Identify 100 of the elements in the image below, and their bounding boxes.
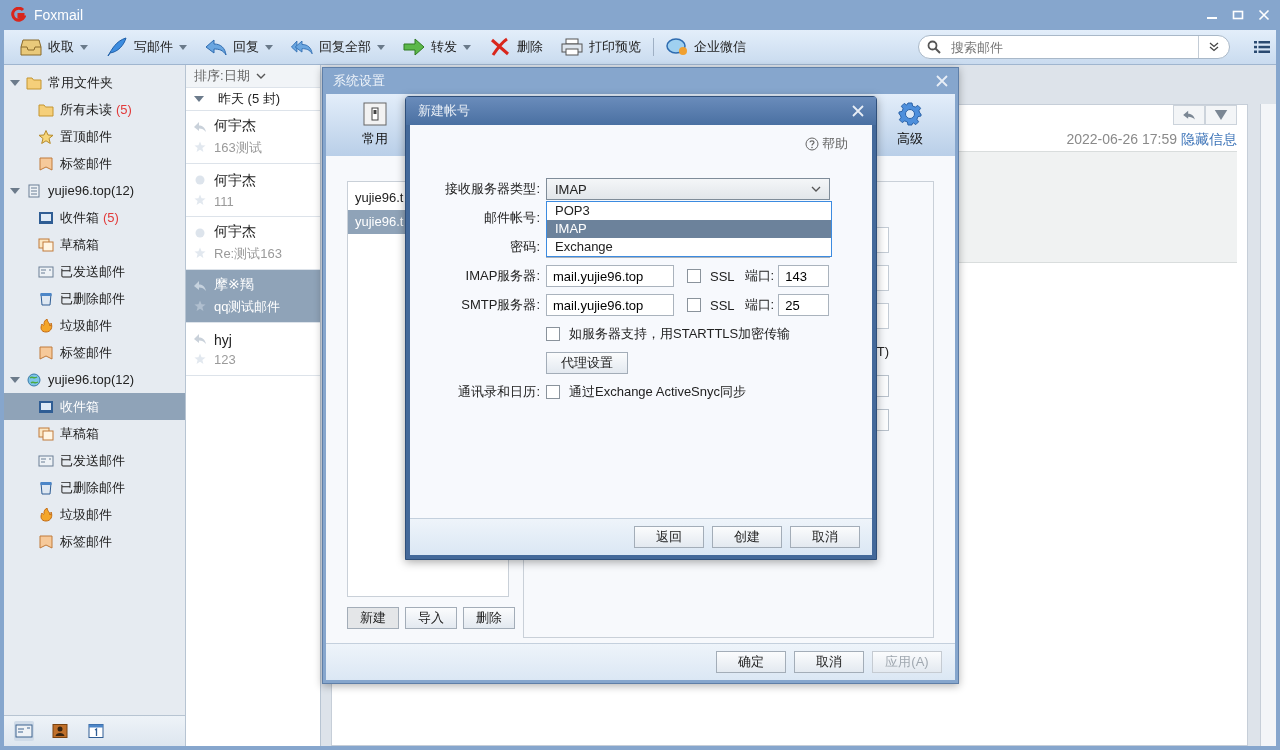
drafts-icon (38, 237, 54, 252)
dialog-title: 系统设置 (333, 72, 385, 90)
date-group-header[interactable]: 昨天 (5 封) (186, 88, 320, 111)
account-button[interactable]: 导入 (405, 607, 457, 629)
toolbar-button[interactable]: 回复全部 (291, 37, 385, 57)
triangle-down-icon (1214, 110, 1228, 120)
folder-item[interactable]: 已删除邮件 (4, 285, 185, 312)
message-sender: hyj (214, 331, 233, 348)
folder-label: 已删除邮件 (60, 289, 125, 308)
menu-icon[interactable] (1254, 40, 1270, 54)
view-tab[interactable] (86, 721, 106, 741)
toolbar-button[interactable]: 打印预览 (561, 37, 641, 57)
expand-triangle-icon[interactable] (194, 94, 204, 104)
star-icon[interactable] (193, 300, 207, 312)
caret-icon (265, 44, 273, 50)
folder-label: 草稿箱 (60, 235, 99, 254)
folder-item[interactable]: 标签邮件 (4, 339, 185, 366)
toolbar-button[interactable]: 删除 (489, 37, 543, 57)
unread-count: (5) (103, 210, 119, 225)
chevron-icon[interactable] (1209, 42, 1219, 52)
maximize-icon[interactable] (1232, 9, 1244, 21)
search-field[interactable]: 搜索邮件 (918, 35, 1230, 59)
folder-label: 已删除邮件 (60, 478, 125, 497)
proxy-settings-button[interactable]: 代理设置 (546, 352, 628, 374)
dialog-button[interactable]: 创建 (712, 526, 782, 548)
dropdown-option[interactable]: POP3 (547, 202, 831, 220)
expand-triangle-icon[interactable] (10, 77, 20, 88)
settings-tab[interactable]: 常用 (354, 94, 396, 156)
message-item[interactable]: 何宇杰 163测试 (186, 111, 320, 164)
folder-item[interactable]: 置顶邮件 (4, 123, 185, 150)
settings-tab[interactable]: 高级 (889, 94, 931, 156)
more-button[interactable] (1205, 105, 1237, 125)
message-item[interactable]: hyj 123 (186, 323, 320, 376)
folder-item[interactable]: 已删除邮件 (4, 474, 185, 501)
checkbox-label: SSL (710, 297, 735, 313)
folder-group[interactable]: yujie96.top(12) (4, 177, 185, 204)
folder-item[interactable]: 收件箱 (5) (4, 204, 185, 231)
toolbar-button[interactable]: 企业微信 (666, 37, 746, 57)
close-icon[interactable] (852, 105, 864, 117)
dialog-button[interactable]: 取消 (794, 651, 864, 673)
folder-item[interactable]: 标签邮件 (4, 150, 185, 177)
folder-group[interactable]: yujie96.top(12) (4, 366, 185, 393)
checkbox[interactable] (546, 327, 560, 341)
account-button[interactable]: 新建 (347, 607, 399, 629)
folder-item[interactable]: 垃圾邮件 (4, 312, 185, 339)
message-item[interactable]: 何宇杰 111 (186, 164, 320, 217)
folder-item[interactable]: 已发送邮件 (4, 447, 185, 474)
folder-item[interactable]: 已发送邮件 (4, 258, 185, 285)
message-sender: 摩※羯 (214, 276, 255, 294)
star-icon[interactable] (193, 353, 207, 365)
dropdown-option[interactable]: Exchange (547, 238, 831, 256)
folder-item[interactable]: 标签邮件 (4, 528, 185, 555)
dialog-button[interactable]: 返回 (634, 526, 704, 548)
account-button[interactable]: 删除 (463, 607, 515, 629)
help-link[interactable]: 帮助 (805, 135, 848, 153)
server-field[interactable]: mail.yujie96.top (546, 265, 674, 287)
star-icon[interactable] (193, 141, 207, 153)
hide-info-link[interactable]: 隐藏信息 (1181, 131, 1237, 147)
bookmark-icon (38, 156, 54, 171)
search-input[interactable]: 搜索邮件 (949, 38, 1198, 56)
toolbar-button[interactable]: 回复 (205, 37, 273, 57)
star-icon[interactable] (193, 194, 207, 206)
expand-triangle-icon[interactable] (10, 185, 20, 196)
folder-icon (38, 102, 54, 117)
sort-menu[interactable]: 排序:日期 (186, 65, 320, 88)
checkbox[interactable] (687, 298, 701, 312)
field-label: 端口: (744, 267, 775, 285)
toolbar-button[interactable]: 写邮件 (106, 37, 187, 57)
field-label: 密码: (509, 238, 541, 256)
group-label: yujie96.top(12) (48, 183, 134, 198)
folder-item[interactable]: 垃圾邮件 (4, 501, 185, 528)
folder-item[interactable]: 草稿箱 (4, 420, 185, 447)
field-label: 邮件帐号: (483, 209, 541, 227)
checkbox-label: 通过Exchange ActiveSnyc同步 (569, 383, 747, 401)
star-icon[interactable] (193, 247, 207, 259)
folder-icon (26, 75, 42, 90)
folder-group[interactable]: 常用文件夹 (4, 69, 185, 96)
folder-item[interactable]: 草稿箱 (4, 231, 185, 258)
scrollbar[interactable] (1260, 104, 1276, 746)
dialog-button[interactable]: 取消 (790, 526, 860, 548)
port-field[interactable]: 25 (778, 294, 830, 316)
globe-icon (26, 372, 42, 387)
expand-triangle-icon[interactable] (10, 374, 20, 385)
reply-button[interactable] (1173, 105, 1205, 125)
trash-icon (38, 291, 54, 306)
caret-icon (463, 44, 471, 50)
close-icon[interactable] (936, 75, 948, 87)
dialog-button[interactable]: 确定 (716, 651, 786, 673)
port-field[interactable]: 143 (778, 265, 830, 287)
dropdown-option[interactable]: IMAP (547, 220, 831, 238)
view-tab[interactable] (50, 721, 70, 741)
server-type-select[interactable]: IMAP (546, 178, 830, 200)
folder-item[interactable]: 所有未读 (5) (4, 96, 185, 123)
message-sender: 何宇杰 (214, 223, 257, 241)
server-field[interactable]: mail.yujie96.top (546, 294, 674, 316)
flame-icon (38, 318, 54, 333)
checkbox[interactable] (546, 385, 560, 399)
toolbar-button[interactable]: 收取 (20, 37, 88, 57)
checkbox[interactable] (687, 269, 701, 283)
toolbar-button[interactable]: 转发 (403, 37, 471, 57)
